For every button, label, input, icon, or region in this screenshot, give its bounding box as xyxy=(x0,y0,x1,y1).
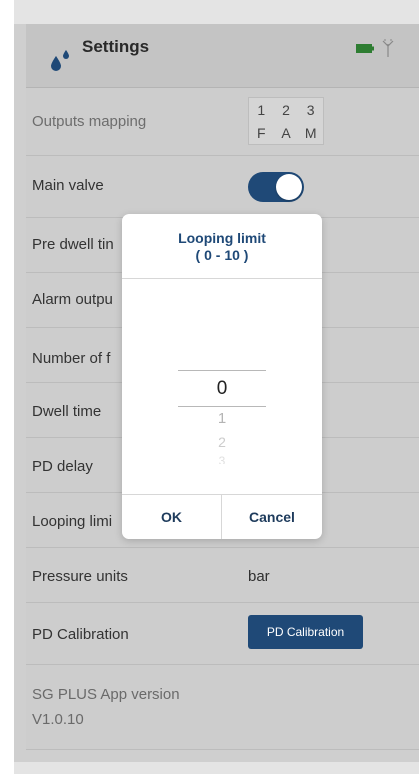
settings-row-outputs-mapping: Outputs mapping 1 2 3 F A M xyxy=(26,88,419,156)
pressure-units-value: bar xyxy=(248,568,270,585)
pressure-units-label: Pressure units xyxy=(32,568,128,585)
mapping-number: 1 xyxy=(257,101,266,118)
settings-row-version: SG PLUS App version V1.0.10 xyxy=(26,665,419,750)
settings-row-main-valve: Main valve xyxy=(26,156,419,218)
dialog-range-text: ( 0 - 10 ) xyxy=(195,247,249,263)
outputs-mapping-label: Outputs mapping xyxy=(32,113,147,130)
bottom-bar xyxy=(14,762,419,774)
picker-option[interactable]: 2 xyxy=(122,434,322,450)
mapping-number: 2 xyxy=(282,101,290,118)
battery-icon xyxy=(356,44,374,53)
picker-selection-line xyxy=(178,406,266,407)
looping-limit-dialog: Looping limit ( 0 - 10 ) 0 1 2 3 OK Canc… xyxy=(122,214,322,539)
pd-calibration-label: PD Calibration xyxy=(32,626,129,643)
dwell-time-label: Dwell time xyxy=(32,403,102,420)
main-valve-label: Main valve xyxy=(32,177,104,194)
alarm-output-label: Alarm outpu xyxy=(32,291,113,308)
version-title: SG PLUS App version xyxy=(32,686,180,703)
looping-limit-label: Looping limi xyxy=(32,513,113,530)
mapping-number: 3 xyxy=(306,101,315,118)
cancel-button[interactable]: Cancel xyxy=(222,494,322,539)
dialog-title: Looping limit ( 0 - 10 ) xyxy=(122,230,322,264)
pre-dwell-label: Pre dwell tin xyxy=(32,236,114,253)
outputs-mapping-grid[interactable]: 1 2 3 F A M xyxy=(248,97,324,145)
settings-row-pressure-units[interactable]: Pressure units bar xyxy=(26,548,419,603)
picker-selected-value[interactable]: 0 xyxy=(122,378,322,400)
mapping-letter: A xyxy=(281,124,291,141)
page-title: Settings xyxy=(82,37,150,56)
dialog-title-text: Looping limit xyxy=(178,230,266,246)
version-number: V1.0.10 xyxy=(32,711,84,728)
ok-button[interactable]: OK xyxy=(122,494,222,539)
picker-selection-line xyxy=(178,370,266,371)
pd-calibration-button[interactable]: PD Calibration xyxy=(248,615,363,649)
dialog-divider xyxy=(122,278,322,279)
water-drops-icon xyxy=(51,50,69,71)
top-bar xyxy=(14,0,419,24)
antenna-icon xyxy=(382,39,394,57)
picker-option[interactable]: 1 xyxy=(122,410,322,427)
settings-row-pd-calibration: PD Calibration PD Calibration xyxy=(26,603,419,665)
number-of-label: Number of f xyxy=(32,350,111,367)
settings-header: Settings xyxy=(26,24,419,88)
mapping-letter: F xyxy=(257,124,266,141)
pd-delay-label: PD delay xyxy=(32,458,93,475)
mapping-letter: M xyxy=(304,124,317,141)
picker-option[interactable]: 3 xyxy=(122,454,322,464)
main-valve-toggle[interactable] xyxy=(248,172,304,202)
toggle-knob xyxy=(276,174,302,200)
